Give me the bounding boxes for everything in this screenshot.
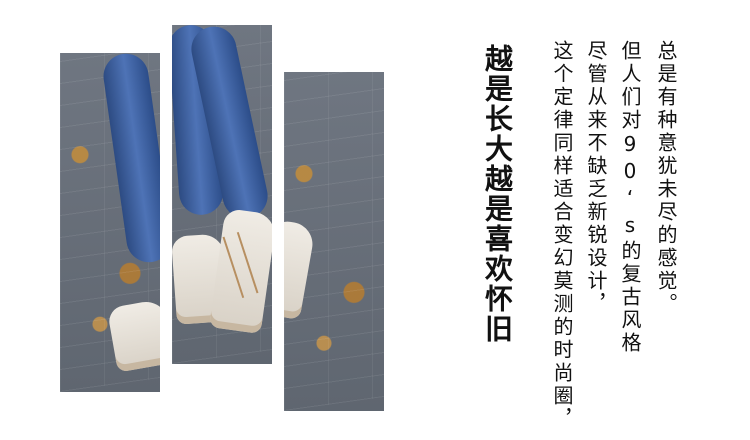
white-boot (106, 298, 160, 373)
poster: 越是长大越是喜欢怀旧 这个定律同样适合变幻莫测的时尚圈， 尽管从来不缺乏新锐设计… (0, 0, 750, 440)
photo-strip-right (284, 72, 384, 411)
headline-vertical: 越是长大越是喜欢怀旧 (481, 44, 514, 344)
paragraph-line-3: 但人们对90‘s的复古风格 (618, 40, 642, 355)
photo-strip-left (60, 53, 160, 392)
paragraph-line-1: 这个定律同样适合变幻莫测的时尚圈， (550, 40, 574, 431)
jeans-leg (100, 53, 160, 266)
white-boot (284, 219, 316, 320)
paragraph-line-2: 尽管从来不缺乏新锐设计， (584, 40, 608, 316)
photo-strip-middle (172, 25, 272, 364)
paragraph-line-4: 总是有种意犹未尽的感觉。 (654, 40, 678, 316)
